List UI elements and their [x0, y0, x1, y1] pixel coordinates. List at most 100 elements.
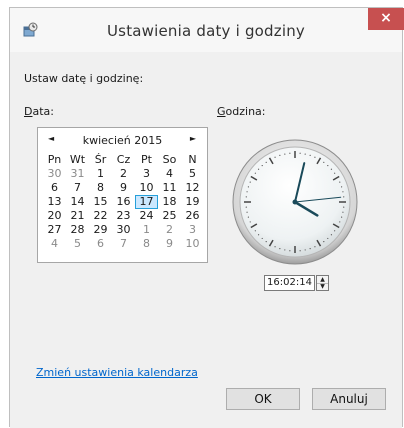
calendar-day[interactable]: 4 — [158, 167, 181, 181]
calendar-day[interactable]: 3 — [181, 223, 204, 237]
minute-tick — [254, 230, 256, 232]
instructions-label: Ustaw datę i godzinę: — [24, 72, 144, 85]
calendar-day[interactable]: 8 — [135, 237, 158, 251]
time-label-rest: odzina: — [225, 105, 266, 118]
minute-tick — [245, 206, 247, 208]
calendar-day[interactable]: 15 — [89, 195, 112, 209]
calendar-day[interactable]: 12 — [181, 181, 204, 195]
time-label: Godzina: — [217, 105, 266, 118]
next-month-icon[interactable]: ► — [190, 134, 196, 143]
time-spinner[interactable]: ▲ ▼ — [316, 275, 329, 291]
minute-tick — [274, 156, 276, 158]
calendar-week-row: 20 21 22 23 24 25 26 — [43, 209, 204, 223]
minute-tick — [334, 172, 336, 174]
change-calendar-settings-link[interactable]: Zmień ustawienia kalendarza — [36, 366, 198, 379]
minute-tick — [342, 191, 344, 193]
calendar-month-title[interactable]: kwiecień 2015 — [38, 134, 207, 147]
cancel-button[interactable]: Anuluj — [312, 388, 386, 410]
minute-tick — [284, 153, 286, 155]
minute-tick — [309, 248, 311, 250]
calendar-day[interactable]: 6 — [43, 181, 66, 195]
ok-button[interactable]: OK — [226, 388, 300, 410]
calendar-day[interactable]: 5 — [181, 167, 204, 181]
calendar-day[interactable]: 22 — [89, 209, 112, 223]
time-input[interactable]: 16:02:14 — [264, 275, 315, 291]
calendar-day[interactable]: 28 — [66, 223, 89, 237]
calendar-grid: Pn Wt Śr Cz Pt So N 30 31 1 2 3 4 5 6 7 8 9 10 11 12 13 14 15 16… — [43, 153, 204, 251]
minute-tick — [249, 221, 251, 223]
minute-tick — [257, 234, 260, 236]
calendar-day[interactable]: 5 — [66, 237, 89, 251]
weekday-label: Pt — [141, 153, 152, 166]
spin-down-icon[interactable]: ▼ — [317, 283, 328, 290]
calendar-day[interactable]: 14 — [66, 195, 89, 209]
calendar-week-row: 13 14 15 16 17 18 19 — [43, 195, 204, 209]
minute-tick — [341, 216, 343, 218]
calendar-day[interactable]: 30 — [43, 167, 66, 181]
calendar-day[interactable]: 11 — [158, 181, 181, 195]
calendar[interactable]: ◄ kwiecień 2015 ► Pn Wt Śr Cz Pt So N 30 31 1 2 3 4 5… — [37, 127, 208, 263]
minute-tick — [314, 246, 316, 248]
calendar-week-row: 6 7 8 9 10 11 12 — [43, 181, 204, 195]
calendar-day[interactable]: 1 — [89, 167, 112, 181]
calendar-day[interactable]: 16 — [112, 195, 135, 209]
weekday-label: Pn — [47, 153, 62, 166]
calendar-day[interactable]: 3 — [135, 167, 158, 181]
minute-tick — [323, 161, 325, 163]
calendar-day[interactable]: 23 — [112, 209, 135, 223]
minute-tick — [274, 246, 276, 248]
calendar-day[interactable]: 19 — [181, 195, 204, 209]
minute-tick — [339, 221, 341, 223]
calendar-day[interactable]: 13 — [43, 195, 66, 209]
calendar-day[interactable]: 8 — [89, 181, 112, 195]
minute-tick — [323, 241, 325, 243]
date-label-rest: ata: — [32, 105, 54, 118]
minute-tick — [279, 248, 281, 250]
calendar-day[interactable]: 2 — [158, 223, 181, 237]
calendar-day[interactable]: 31 — [66, 167, 89, 181]
calendar-day[interactable]: 18 — [158, 195, 181, 209]
minute-tick — [257, 168, 260, 170]
weekday-label: So — [162, 153, 177, 166]
calendar-day[interactable]: 1 — [135, 223, 158, 237]
calendar-day[interactable]: 2 — [112, 167, 135, 181]
minute-tick — [299, 250, 301, 252]
calendar-day[interactable]: 9 — [112, 181, 135, 195]
calendar-day[interactable]: 10 — [181, 237, 204, 251]
weekday-label: Śr — [94, 153, 107, 166]
minute-tick — [341, 186, 343, 188]
calendar-day[interactable]: 4 — [43, 237, 66, 251]
clock-center — [292, 199, 298, 205]
analog-clock — [232, 139, 358, 265]
calendar-day[interactable]: 6 — [89, 237, 112, 251]
selected-day[interactable]: 17 — [135, 195, 158, 209]
calendar-day[interactable]: 24 — [135, 209, 158, 223]
calendar-day[interactable]: 26 — [181, 209, 204, 223]
calendar-day[interactable]: 25 — [158, 209, 181, 223]
calendar-day[interactable]: 7 — [66, 181, 89, 195]
calendar-week-row: 27 28 29 30 1 2 3 — [43, 223, 204, 237]
minute-tick — [245, 196, 247, 198]
calendar-day[interactable]: 21 — [66, 209, 89, 223]
minute-tick — [299, 152, 301, 154]
dialog-content: Ustaw datę i godzinę: Data: Godzina: ◄ k… — [10, 52, 402, 428]
calendar-day[interactable]: 20 — [43, 209, 66, 223]
minute-tick — [304, 249, 306, 251]
calendar-day[interactable]: 7 — [112, 237, 135, 251]
calendar-week-row: 30 31 1 2 3 4 5 — [43, 167, 204, 181]
close-button[interactable]: × — [368, 8, 404, 30]
calendar-day[interactable]: 10 — [135, 181, 158, 195]
minute-tick — [330, 168, 333, 170]
minute-tick — [247, 186, 249, 188]
minute-tick — [304, 153, 306, 155]
calendar-day[interactable]: 9 — [158, 237, 181, 251]
calendar-day[interactable]: 29 — [89, 223, 112, 237]
minute-tick — [279, 154, 281, 156]
minute-tick — [289, 250, 291, 252]
title-bar: Ustawienia daty i godziny × — [10, 8, 404, 52]
minute-tick — [327, 237, 329, 240]
window-title: Ustawienia daty i godziny — [107, 22, 305, 40]
calendar-day[interactable]: 27 — [43, 223, 66, 237]
minute-tick — [254, 172, 256, 174]
calendar-day[interactable]: 30 — [112, 223, 135, 237]
